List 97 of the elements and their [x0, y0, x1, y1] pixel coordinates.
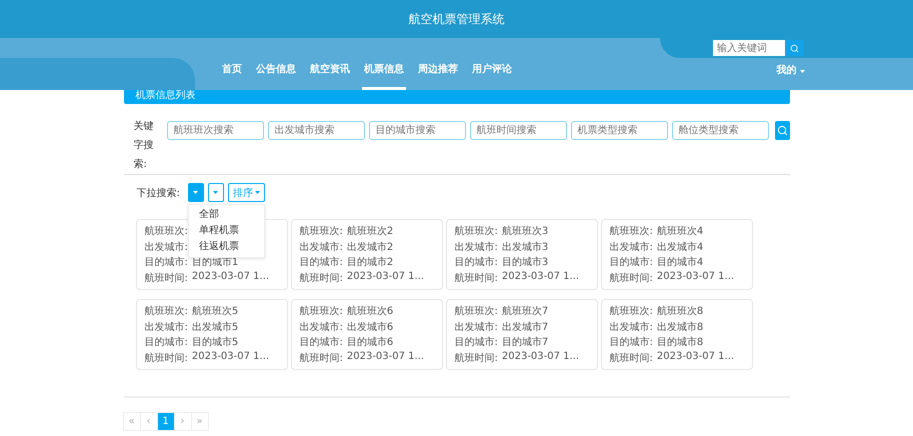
field-value: 目的城市3 — [502, 256, 548, 270]
page-button[interactable]: ‹ — [140, 412, 158, 431]
field-value: 出发城市7 — [502, 320, 548, 334]
field-label: 出发城市: — [300, 320, 343, 334]
field-value: 出发城市3 — [502, 240, 548, 254]
field-label: 目的城市: — [144, 256, 188, 270]
search-button[interactable] — [775, 121, 790, 140]
field-label: 航班时间: — [300, 352, 343, 366]
field-label: 目的城市: — [300, 336, 343, 350]
keyword-label: 关键字搜索: — [134, 120, 154, 172]
field-value: 2023-03-07 1... — [346, 271, 424, 284]
field-label: 航班时间: — [144, 352, 188, 366]
search-button[interactable] — [785, 40, 803, 56]
field-label: 目的城市: — [610, 336, 653, 350]
field-value: 目的城市8 — [656, 336, 704, 350]
field-label: 航班班次: — [454, 224, 498, 238]
search-icon — [776, 125, 788, 136]
flight-card[interactable]: 航班班次: 航班班次2 出发城市: 出发城市2 目的城市: 目的城市2 航班时间: 2023-03-07 1... — [290, 219, 442, 290]
field-label: 出发城市: — [454, 240, 498, 254]
field-value: 出发城市2 — [346, 240, 394, 254]
page-button[interactable]: 1 — [156, 412, 174, 431]
field-label: 航班时间: — [454, 272, 498, 286]
page-button[interactable]: « — [122, 412, 140, 431]
search-field[interactable]: 输入关键词 — [713, 40, 785, 56]
menu-item[interactable]: 往返机票 — [188, 239, 264, 255]
field-label: 航班班次: — [300, 304, 343, 318]
flight-card[interactable]: 航班班次: 航班班次5 出发城市: 出发城市5 目的城市: 目的城市5 航班时间: 2023-03-07 1... — [136, 299, 288, 370]
field-value: 航班班次4 — [656, 224, 704, 238]
caret-icon — [800, 70, 805, 73]
user-menu[interactable]: 我的 — [776, 63, 805, 77]
field-value: 目的城市6 — [346, 336, 394, 350]
field-label: 航班时间: — [610, 272, 653, 286]
dropdown-button[interactable] — [188, 183, 204, 202]
field-label: 出发城市: — [144, 240, 188, 254]
menu-item[interactable]: 单程机票 — [188, 223, 264, 239]
caret-icon — [254, 191, 260, 194]
search-field[interactable]: 目的城市搜索 — [369, 121, 466, 140]
field-value: 航班班次7 — [502, 304, 548, 318]
flight-card[interactable]: 航班班次: 航班班次7 出发城市: 出发城市7 目的城市: 目的城市7 航班时间: 2023-03-07 1... — [446, 299, 598, 370]
search-field[interactable]: 出发城市搜索 — [268, 121, 366, 140]
field-label: 航班班次: — [610, 304, 653, 318]
field-value: 出发城市6 — [346, 320, 394, 334]
field-label: 航班班次: — [610, 224, 653, 238]
site-title: 航空机票管理系统 — [408, 10, 504, 28]
field-label: 航班班次: — [144, 224, 188, 238]
field-value: 出发城市4 — [656, 240, 704, 254]
field-label: 出发城市: — [300, 240, 343, 254]
flight-card[interactable]: 航班班次: 航班班次8 出发城市: 出发城市8 目的城市: 目的城市8 航班时间: 2023-03-07 1... — [600, 299, 752, 370]
field-value: 目的城市2 — [346, 256, 394, 270]
field-value: 目的城市4 — [656, 256, 704, 270]
dropdown-button[interactable] — [208, 183, 224, 202]
field-label: 目的城市: — [610, 256, 653, 270]
field-label: 目的城市: — [454, 256, 498, 270]
field-value: 目的城市5 — [192, 336, 238, 350]
field-value: 航班班次2 — [346, 224, 394, 238]
page-button[interactable]: » — [190, 412, 208, 431]
caret-icon — [192, 191, 198, 194]
flight-card[interactable]: 航班班次: 航班班次3 出发城市: 出发城市3 目的城市: 目的城市3 航班时间: 2023-03-07 1... — [446, 219, 598, 290]
field-label: 航班班次: — [300, 224, 343, 238]
field-value: 目的城市7 — [502, 336, 548, 350]
search-icon — [790, 44, 798, 52]
field-label: 出发城市: — [144, 320, 188, 334]
field-label: 出发城市: — [610, 240, 653, 254]
field-label: 目的城市: — [144, 336, 188, 350]
flight-card[interactable]: 航班班次: 航班班次6 出发城市: 出发城市6 目的城市: 目的城市6 航班时间: 2023-03-07 1... — [290, 299, 442, 370]
search-field[interactable]: 机票类型搜索 — [571, 121, 668, 140]
field-label: 航班班次: — [144, 304, 188, 318]
field-label: 航班时间: — [610, 352, 653, 366]
field-label: 航班时间: — [300, 272, 343, 286]
field-value: 2023-03-07 1... — [502, 271, 580, 284]
caret-icon — [212, 191, 218, 194]
field-label: 出发城市: — [454, 320, 498, 334]
field-value: 2023-03-07 1... — [656, 351, 734, 364]
field-value: 2023-03-07 1... — [192, 351, 270, 364]
field-label: 出发城市: — [610, 320, 653, 334]
field-value: 出发城市8 — [656, 320, 704, 334]
field-label: 航班时间: — [454, 352, 498, 366]
search-field[interactable]: 舱位类型搜索 — [672, 121, 770, 140]
page-button[interactable]: › — [174, 412, 192, 431]
search-field[interactable]: 航班时间搜索 — [470, 121, 568, 140]
field-label: 目的城市: — [454, 336, 498, 350]
field-value: 航班班次8 — [656, 304, 704, 318]
field-value: 2023-03-07 1... — [656, 271, 734, 284]
field-value: 航班班次6 — [346, 304, 394, 318]
field-value: 航班班次5 — [192, 304, 238, 318]
dropdown-button[interactable]: 排序 — [228, 183, 265, 202]
field-value: 航班班次3 — [502, 224, 548, 238]
field-value: 2023-03-07 1... — [346, 351, 424, 364]
field-value: 2023-03-07 1... — [192, 271, 270, 284]
search-field[interactable]: 航班班次搜索 — [167, 121, 264, 140]
flight-card[interactable]: 航班班次: 航班班次4 出发城市: 出发城市4 目的城市: 目的城市4 航班时间: 2023-03-07 1... — [600, 219, 752, 290]
field-value: 2023-03-07 1... — [502, 351, 580, 364]
field-label: 航班班次: — [454, 304, 498, 318]
dropdown-label: 下拉搜索: — [136, 186, 180, 200]
field-label: 航班时间: — [144, 272, 188, 286]
field-label: 目的城市: — [300, 256, 343, 270]
field-value: 出发城市5 — [192, 320, 238, 334]
